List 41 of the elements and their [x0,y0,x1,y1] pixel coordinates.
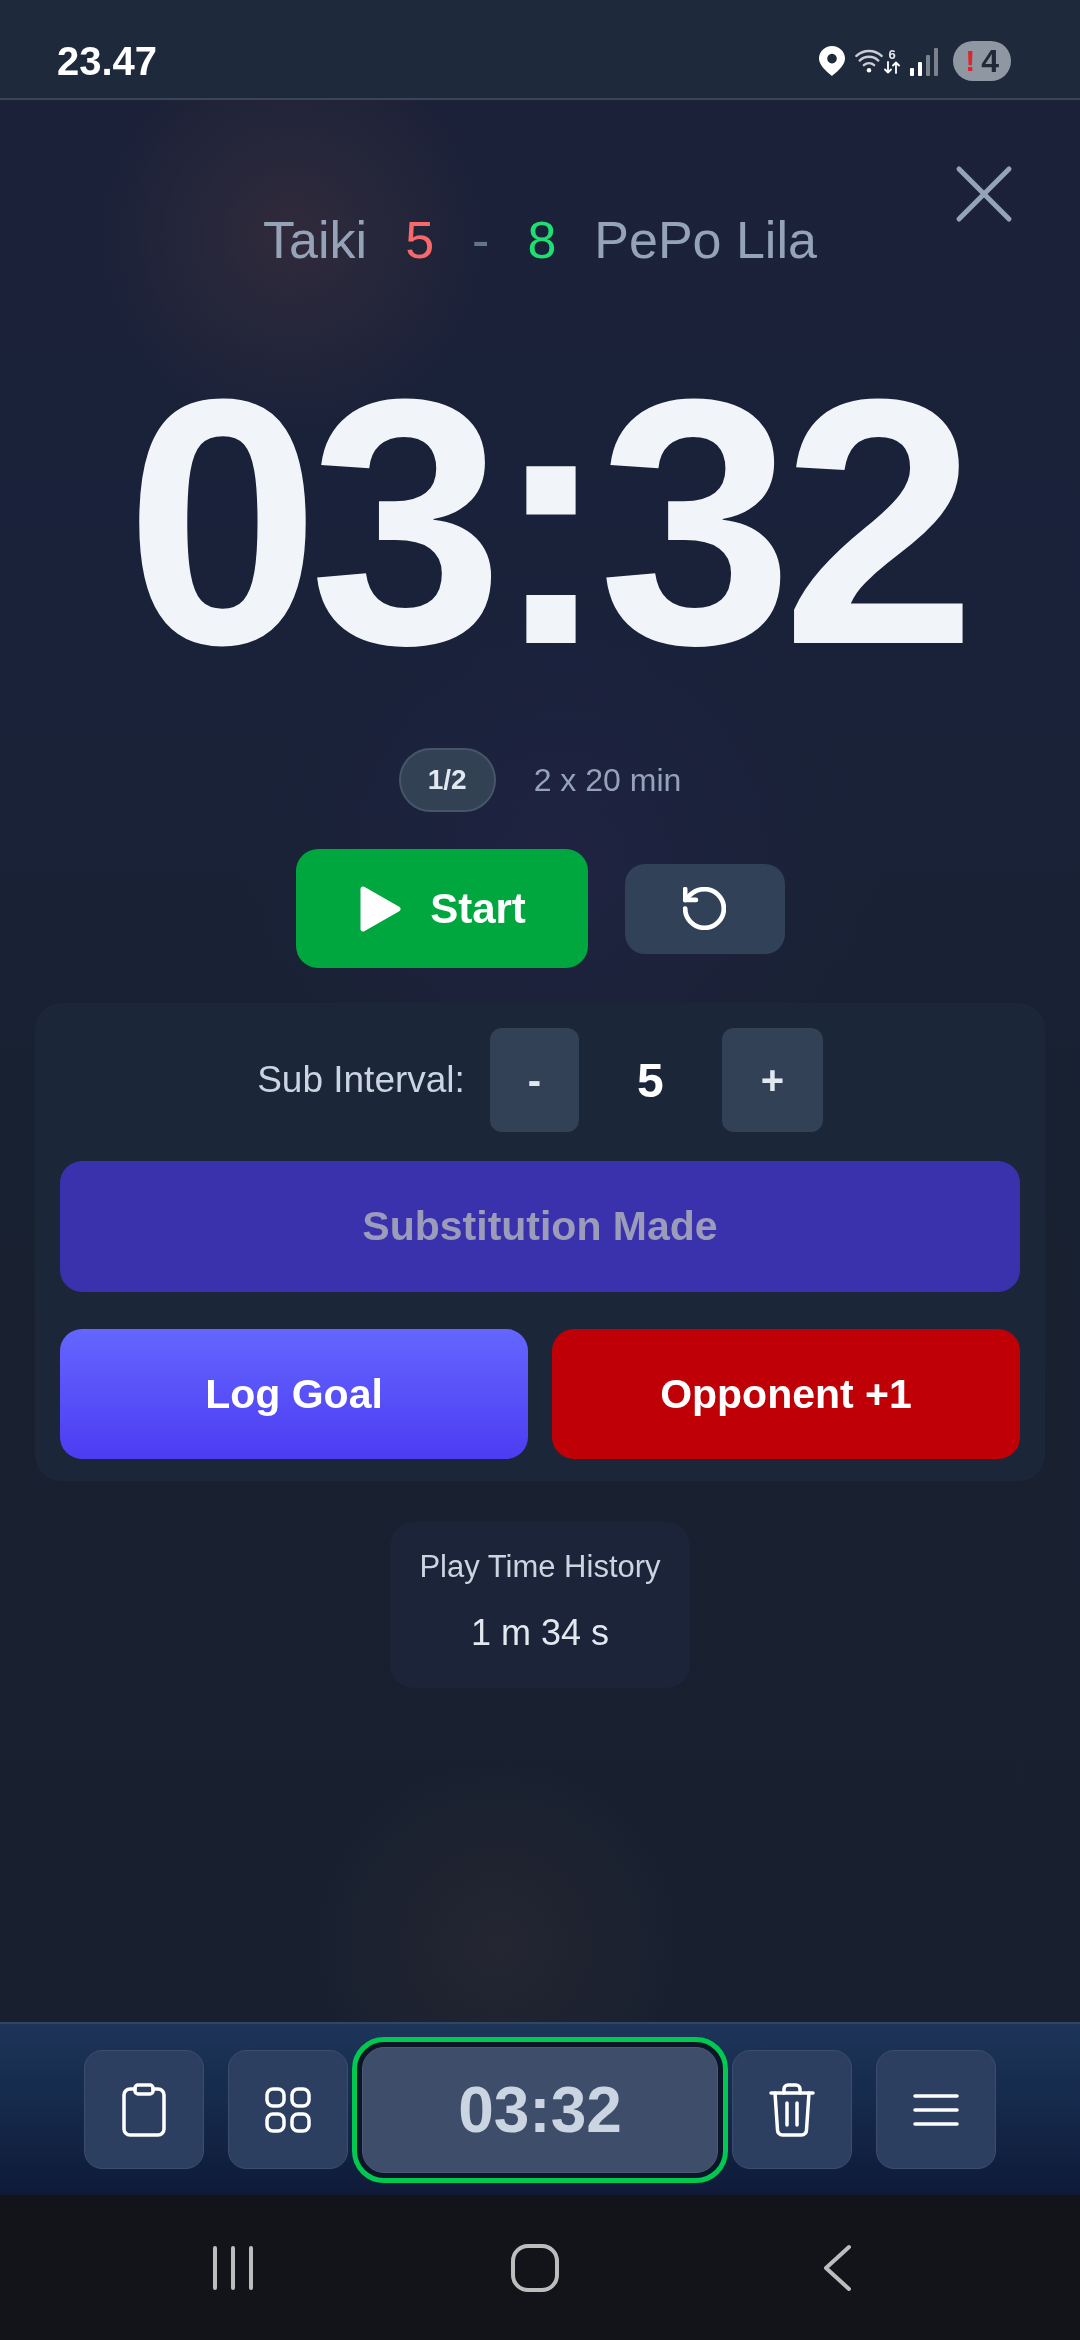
interval-value: 5 [636,1052,665,1108]
clock-time: 23.47 [57,39,158,83]
sub-interval-label: Sub Interval: [257,1059,465,1101]
increment-button[interactable]: + [721,1028,823,1132]
grid-button[interactable] [228,2050,348,2169]
recent-apps-icon[interactable] [212,2244,254,2291]
wifi-icon [855,48,884,74]
reset-button[interactable] [624,863,785,954]
countdown-timer: 03:32 [124,347,966,697]
log-goal-button[interactable]: Log Goal [60,1329,528,1459]
match-format: 2 x 20 min [533,761,682,799]
history-title: Play Time History [419,1551,661,1583]
menu-icon [913,2093,959,2126]
back-icon[interactable] [822,2243,852,2292]
menu-button[interactable] [876,2050,996,2169]
alert-symbol: ! [965,45,976,77]
timer-button[interactable]: 03:32 [352,2036,728,2183]
team-score: 5 [405,214,435,266]
delete-button[interactable] [732,2050,852,2169]
close-button[interactable] [955,165,1013,223]
wifi-standard-label: 6 [888,48,896,61]
score-separator: - [472,214,490,266]
opponent-goal-button[interactable]: Opponent +1 [552,1329,1020,1459]
team-score: 8 [527,214,557,266]
data-arrows-icon [884,61,901,74]
four-squares-icon [265,2086,311,2133]
home-icon[interactable] [511,2243,559,2292]
team-name: Taiki [263,214,368,266]
team-name: PePo Lila [594,214,817,266]
notification-count: 4 [981,44,999,78]
history-value: 1 m 34 s [470,1613,610,1653]
trash-icon [769,2082,815,2137]
signal-icon [910,46,940,76]
location-icon [819,46,846,76]
close-icon [955,165,1013,223]
clipboard-button[interactable] [84,2050,204,2169]
decrement-button[interactable]: - [489,1028,579,1132]
clipboard-icon [122,2082,166,2137]
period-badge: 1/2 [398,748,496,812]
counterclockwise-arrow-icon [683,887,726,930]
start-button[interactable]: Start [295,849,588,968]
